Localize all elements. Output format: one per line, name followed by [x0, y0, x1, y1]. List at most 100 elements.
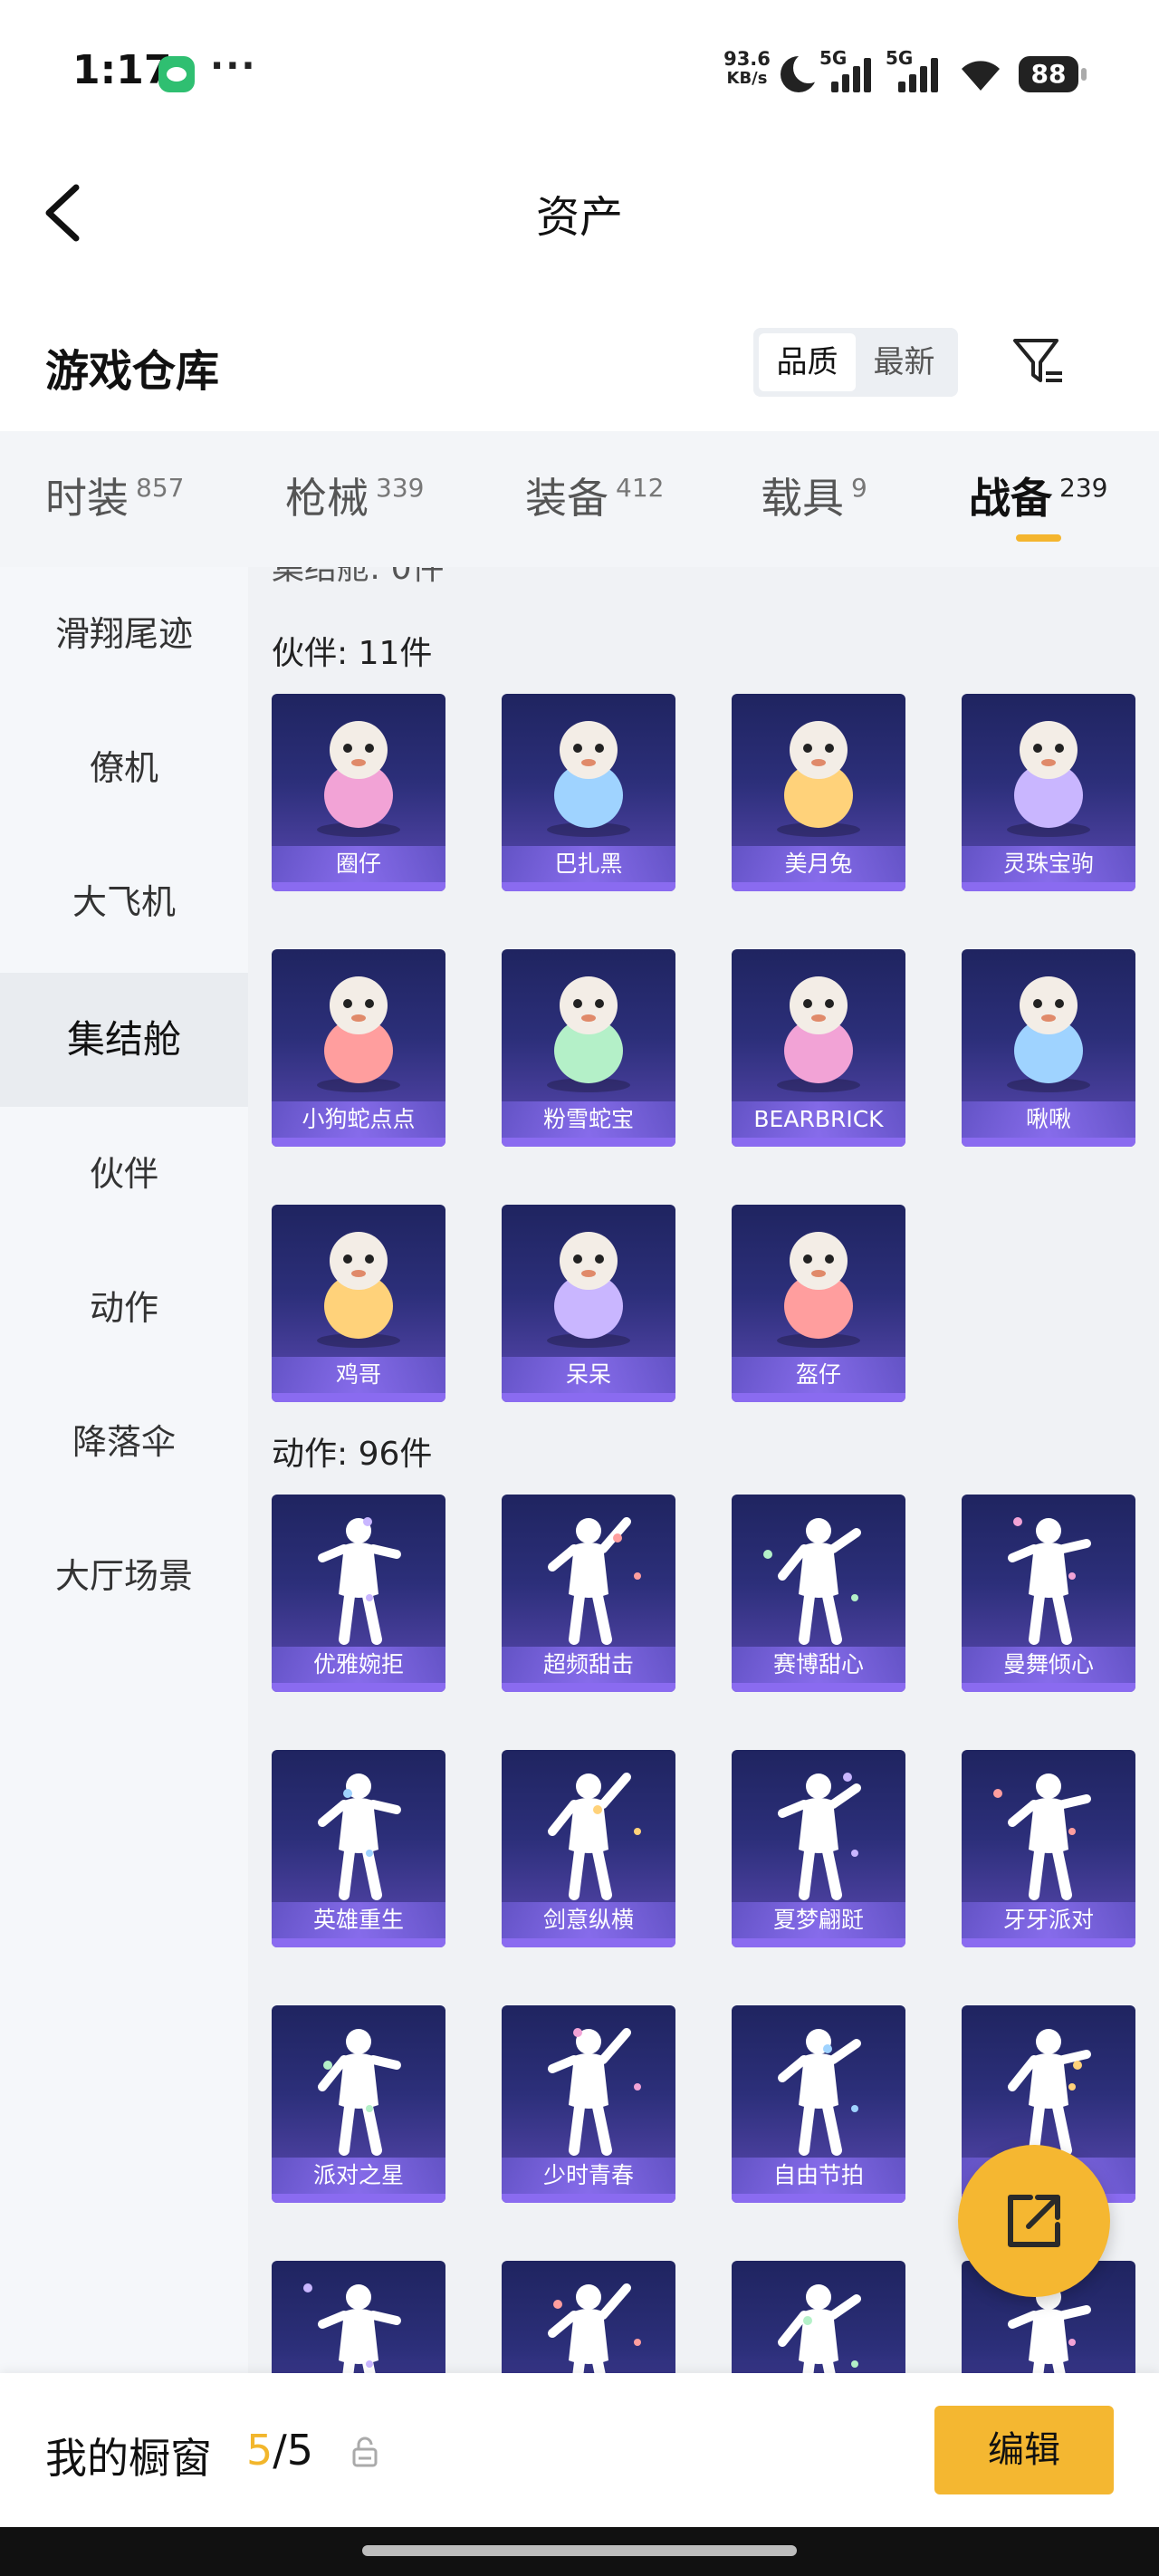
companion-figure-image	[777, 721, 860, 837]
edit-button[interactable]: 编辑	[934, 2406, 1114, 2494]
tab-weapons[interactable]: 枪械 339	[285, 466, 424, 529]
companion-card[interactable]: 呆呆	[502, 1205, 675, 1402]
battery-indicator: 88	[1019, 56, 1087, 92]
emote-card[interactable]: 剑意纵横	[502, 1750, 675, 1947]
rarity-bar	[732, 1393, 905, 1402]
do-not-disturb-icon	[781, 53, 824, 92]
emote-card[interactable]: 优雅婉拒	[272, 1495, 445, 1692]
emote-card[interactable]: 英雄重生	[272, 1750, 445, 1947]
emote-pose-image	[548, 2028, 641, 2156]
sidebar-item-rally-pod[interactable]: 集结舱	[0, 973, 248, 1107]
net-speed-value: 93.6	[723, 48, 771, 70]
page-title: 资产	[535, 192, 623, 243]
item-name: 英雄重生	[272, 1902, 445, 1938]
item-grid-panel: 集结舱: 0件 伙伴: 11件 动作: 96件 圈仔 巴扎黑 美月兔 灵珠宝驹 小狗蛇点…	[248, 567, 1159, 2373]
group-title-rally-pod: 集结舱: 0件	[272, 567, 445, 587]
companion-card[interactable]: BEARBRICK	[732, 949, 905, 1147]
emote-pose-image	[318, 1517, 401, 1645]
rarity-bar	[272, 2194, 445, 2203]
companion-card[interactable]: 美月兔	[732, 694, 905, 891]
rarity-bar	[502, 882, 675, 891]
category-sidebar: 滑翔尾迹 僚机 大飞机 集结舱 伙伴 动作 降落伞 大厅场景	[0, 567, 248, 2373]
tab-battle-prep[interactable]: 战备 239	[969, 466, 1107, 529]
sidebar-item-airplane[interactable]: 大飞机	[0, 835, 248, 969]
item-name: 盔仔	[732, 1357, 905, 1393]
tab-count: 9	[851, 473, 867, 503]
sidebar-item-glide-trail[interactable]: 滑翔尾迹	[0, 567, 248, 701]
net-speed: 93.6 KB/s	[720, 49, 774, 89]
companion-card[interactable]: 鸡哥	[272, 1205, 445, 1402]
emote-card[interactable]	[732, 2261, 905, 2373]
signal-icon-2	[898, 56, 938, 92]
item-name: 派对之星	[272, 2158, 445, 2194]
item-name: 剑意纵横	[502, 1902, 675, 1938]
showcase-total: 5	[286, 2426, 314, 2475]
emote-card[interactable]: 牙牙派对	[962, 1750, 1135, 1947]
companion-card[interactable]: 盔仔	[732, 1205, 905, 1402]
emote-pose-image	[318, 1773, 401, 1900]
filter-button[interactable]	[1010, 333, 1068, 391]
companion-figure-image	[777, 1232, 860, 1348]
companion-card[interactable]: 圈仔	[272, 694, 445, 891]
tab-vehicles[interactable]: 载具 9	[761, 466, 867, 529]
emote-card[interactable]: 少时青春	[502, 2005, 675, 2203]
rarity-bar	[272, 1938, 445, 1947]
rarity-bar	[502, 1393, 675, 1402]
emote-pose-image	[778, 2284, 861, 2373]
emote-pose-image	[548, 1773, 641, 1900]
item-name: 美月兔	[732, 846, 905, 882]
tab-equipment[interactable]: 装备 412	[525, 466, 664, 529]
tab-count: 857	[136, 473, 185, 503]
companion-figure-image	[547, 1232, 630, 1348]
companion-card[interactable]: 粉雪蛇宝	[502, 949, 675, 1147]
emote-card[interactable]: 超频甜击	[502, 1495, 675, 1692]
tab-count: 239	[1059, 473, 1108, 503]
filter-icon	[1013, 339, 1062, 382]
item-name: 啾啾	[962, 1101, 1135, 1138]
rarity-bar	[732, 1683, 905, 1692]
sidebar-item-lobby-scene[interactable]: 大厅场景	[0, 1509, 248, 1643]
emote-card[interactable]: 曼舞倾心	[962, 1495, 1135, 1692]
home-indicator[interactable]	[362, 2545, 797, 2556]
sidebar-item-emote[interactable]: 动作	[0, 1241, 248, 1375]
active-tab-indicator	[1016, 534, 1061, 542]
sidebar-item-parachute[interactable]: 降落伞	[0, 1375, 248, 1509]
rarity-bar	[732, 1938, 905, 1947]
rarity-bar	[732, 882, 905, 891]
rarity-bar	[272, 882, 445, 891]
companion-card[interactable]: 灵珠宝驹	[962, 694, 1135, 891]
companion-card[interactable]: 巴扎黑	[502, 694, 675, 891]
rarity-bar	[962, 1138, 1135, 1147]
sidebar-item-wingman[interactable]: 僚机	[0, 701, 248, 835]
rarity-bar	[962, 882, 1135, 891]
tab-label: 载具	[761, 474, 844, 523]
companion-figure-image	[547, 976, 630, 1092]
rarity-bar	[272, 1393, 445, 1402]
status-bar: 1:17 ··· 93.6 KB/s 5G 5G 88	[0, 0, 1159, 145]
companion-card[interactable]: 啾啾	[962, 949, 1135, 1147]
sort-by-newest[interactable]: 最新	[856, 333, 953, 391]
companion-figure-image	[1007, 976, 1090, 1092]
emote-card[interactable]	[502, 2261, 675, 2373]
rarity-bar	[732, 2194, 905, 2203]
emote-pose-image	[763, 1518, 861, 1645]
sort-by-quality[interactable]: 品质	[759, 333, 856, 391]
tab-fashion[interactable]: 时装 857	[45, 466, 184, 529]
emote-card[interactable]: 派对之星	[272, 2005, 445, 2203]
share-button[interactable]	[958, 2145, 1110, 2297]
item-name: 粉雪蛇宝	[502, 1101, 675, 1138]
wifi-icon	[958, 56, 1003, 92]
emote-card[interactable]: 自由节拍	[732, 2005, 905, 2203]
item-name: 灵珠宝驹	[962, 846, 1135, 882]
emote-card[interactable]	[272, 2261, 445, 2373]
showcase-current: 5	[246, 2426, 273, 2475]
companion-card[interactable]: 小狗蛇点点	[272, 949, 445, 1147]
emote-card[interactable]: 赛博甜心	[732, 1495, 905, 1692]
external-link-icon	[1008, 2195, 1060, 2247]
tab-count: 412	[616, 473, 665, 503]
sidebar-item-companion[interactable]: 伙伴	[0, 1107, 248, 1241]
emote-card[interactable]: 夏梦翩跹	[732, 1750, 905, 1947]
rarity-bar	[732, 1138, 905, 1147]
item-name: 夏梦翩跹	[732, 1902, 905, 1938]
rarity-bar	[962, 1938, 1135, 1947]
